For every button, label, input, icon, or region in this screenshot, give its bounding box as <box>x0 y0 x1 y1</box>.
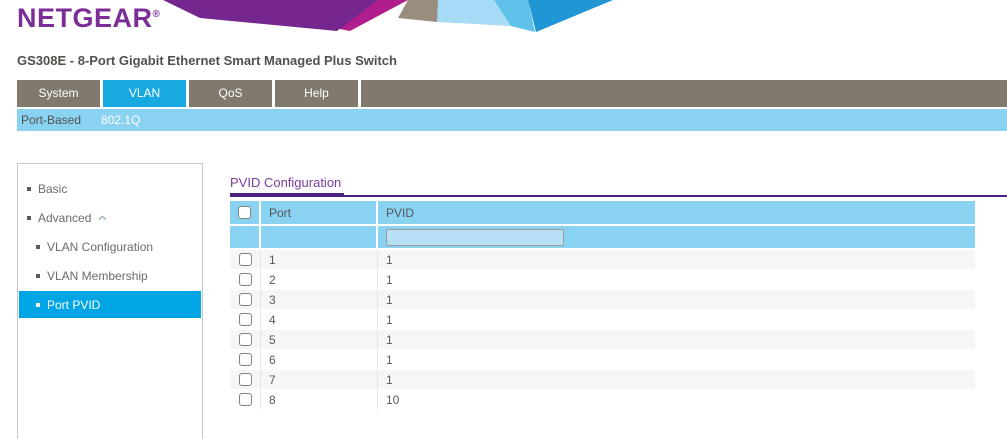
row-checkbox[interactable] <box>239 293 252 306</box>
bullet-icon <box>27 216 31 220</box>
main-content: PVID Configuration Port PVID 1 1 <box>230 163 1007 410</box>
bullet-icon <box>36 303 40 307</box>
nav-tab-label: Help <box>304 86 329 100</box>
port-cell: 3 <box>261 290 378 309</box>
pvid-cell: 1 <box>378 290 975 309</box>
row-checkbox[interactable] <box>239 353 252 366</box>
row-checkbox[interactable] <box>239 373 252 386</box>
sidebar-item-label: VLAN Membership <box>47 269 148 283</box>
sidebar-item-label: Basic <box>38 182 67 196</box>
sidebar-item-label: Port PVID <box>47 298 100 312</box>
nav-tab-label: VLAN <box>129 86 160 100</box>
select-all-checkbox[interactable] <box>238 206 251 219</box>
row-check-cell <box>230 270 261 289</box>
netgear-logo: NETGEAR® <box>17 5 160 32</box>
sub-navbar: Port-Based 802.1Q <box>17 109 1007 131</box>
column-header-pvid: PVID <box>378 201 975 224</box>
port-cell: 8 <box>261 390 378 409</box>
pvid-table: Port PVID 1 1 2 1 3 1 <box>230 201 975 410</box>
row-check-cell <box>230 370 261 389</box>
netgear-logo-text: NETGEAR <box>17 3 153 33</box>
table-row: 7 1 <box>230 370 975 390</box>
port-cell: 6 <box>261 350 378 369</box>
nav-tab-label: System <box>38 86 78 100</box>
device-title: GS308E - 8-Port Gigabit Ethernet Smart M… <box>17 53 397 68</box>
bullet-icon <box>36 245 40 249</box>
table-filter-row <box>230 226 975 250</box>
bullet-icon <box>27 187 31 191</box>
select-all-cell <box>230 201 261 224</box>
sidebar-item-label: VLAN Configuration <box>47 240 153 254</box>
filter-pvid-cell <box>378 226 975 248</box>
row-checkbox[interactable] <box>239 333 252 346</box>
pvid-cell: 10 <box>378 390 975 409</box>
port-cell: 5 <box>261 330 378 349</box>
nav-tab-vlan[interactable]: VLAN <box>103 80 189 107</box>
table-row: 3 1 <box>230 290 975 310</box>
table-header-row: Port PVID <box>230 201 975 226</box>
table-row: 8 10 <box>230 390 975 410</box>
row-check-cell <box>230 330 261 349</box>
filter-port-cell <box>261 226 378 248</box>
subnav-item-label: Port-Based <box>21 113 81 127</box>
bullet-icon <box>36 274 40 278</box>
row-checkbox[interactable] <box>239 393 252 406</box>
registered-mark: ® <box>153 9 161 20</box>
nav-tab-help[interactable]: Help <box>275 80 361 107</box>
row-checkbox[interactable] <box>239 253 252 266</box>
sidebar-item-basic[interactable]: Basic <box>19 175 201 202</box>
nav-tab-qos[interactable]: QoS <box>189 80 275 107</box>
port-cell: 2 <box>261 270 378 289</box>
table-row: 2 1 <box>230 270 975 290</box>
subnav-item-802-1q[interactable]: 802.1Q <box>91 109 150 131</box>
sidebar-item-advanced[interactable]: Advanced <box>19 204 201 231</box>
subnav-item-port-based[interactable]: Port-Based <box>17 109 91 131</box>
pvid-cell: 1 <box>378 370 975 389</box>
sidebar-item-vlan-membership[interactable]: VLAN Membership <box>19 262 201 289</box>
pvid-cell: 1 <box>378 330 975 349</box>
row-check-cell <box>230 350 261 369</box>
port-cell: 1 <box>261 250 378 269</box>
sidebar-item-label: Advanced <box>38 211 91 225</box>
chevron-up-icon <box>98 215 107 221</box>
sidebar-item-port-pvid[interactable]: Port PVID <box>19 291 201 318</box>
pvid-cell: 1 <box>378 310 975 329</box>
table-row: 4 1 <box>230 310 975 330</box>
heading-underline: PVID Configuration <box>230 174 1007 197</box>
port-cell: 4 <box>261 310 378 329</box>
row-check-cell <box>230 310 261 329</box>
sidebar: Basic Advanced VLAN Configuration VLAN M… <box>17 163 203 439</box>
main-navbar: System VLAN QoS Help <box>17 80 1007 107</box>
sidebar-item-vlan-configuration[interactable]: VLAN Configuration <box>19 233 201 260</box>
subnav-item-label: 802.1Q <box>101 113 140 127</box>
column-header-port: Port <box>261 201 378 224</box>
page: NETGEAR® GS308E - 8-Port Gigabit Etherne… <box>0 0 1007 439</box>
pvid-cell: 1 <box>378 350 975 369</box>
port-cell: 7 <box>261 370 378 389</box>
row-check-cell <box>230 250 261 269</box>
row-check-cell <box>230 390 261 409</box>
row-checkbox[interactable] <box>239 313 252 326</box>
filter-check-cell <box>230 226 261 248</box>
nav-tab-system[interactable]: System <box>17 80 103 107</box>
row-checkbox[interactable] <box>239 273 252 286</box>
pvid-filter-input[interactable] <box>386 229 564 246</box>
table-row: 1 1 <box>230 250 975 270</box>
pvid-cell: 1 <box>378 270 975 289</box>
table-body: 1 1 2 1 3 1 4 1 5 1 6 1 7 1 <box>230 250 975 410</box>
pvid-cell: 1 <box>378 250 975 269</box>
table-row: 5 1 <box>230 330 975 350</box>
page-title: PVID Configuration <box>230 175 344 197</box>
nav-tab-label: QoS <box>218 86 242 100</box>
table-row: 6 1 <box>230 350 975 370</box>
row-check-cell <box>230 290 261 309</box>
